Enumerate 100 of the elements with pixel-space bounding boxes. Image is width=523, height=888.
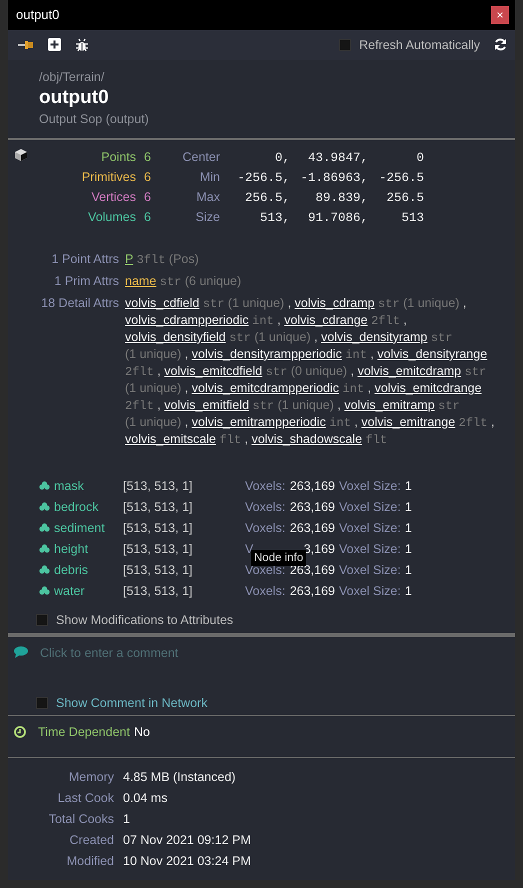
count-label: Primitives <box>80 170 136 184</box>
attribute-link[interactable]: volvis_emitfield <box>164 398 250 412</box>
info-value: 1 <box>123 811 131 828</box>
attribute-link[interactable]: volvis_emitcdfield <box>164 364 262 378</box>
attribute-link[interactable]: volvis_densityrange <box>377 346 488 361</box>
show-comment-label[interactable]: Show Comment in Network <box>56 696 208 710</box>
count-label: Vertices <box>90 190 136 204</box>
volume-name: sediment <box>54 520 105 535</box>
attribute-link[interactable]: volvis_densityrampperiodic <box>192 346 342 361</box>
attribute-info: (1 unique) <box>125 346 182 361</box>
volume-icon <box>39 544 50 554</box>
voxels-value: 263,169 <box>289 520 335 535</box>
attribute-link[interactable]: name <box>125 274 156 288</box>
separator-comma: , <box>184 346 188 361</box>
checkbox[interactable] <box>36 697 48 710</box>
voxel-size-value: 1 <box>404 500 412 514</box>
count-label: Points <box>100 150 136 164</box>
attribute-link[interactable]: volvis_emitscale <box>125 432 216 446</box>
info-value: 4.85 MB (Instanced) <box>123 769 237 786</box>
voxels-value: 263,169 <box>289 478 335 493</box>
count-label: Volumes <box>87 210 136 224</box>
volume-icon <box>39 586 50 596</box>
cube-icon <box>14 148 28 162</box>
info-value: 10 Nov 2021 03:24 PM <box>123 853 252 870</box>
bounds-value: 256.5, <box>244 190 290 205</box>
volume-resolution: [513, 513, 1] <box>123 542 194 556</box>
close-button[interactable]: × <box>491 6 509 24</box>
attribute-info: (Pos) <box>168 252 199 266</box>
bounds-value: 89.839, <box>314 190 368 205</box>
bounds-value: 513 <box>400 210 424 225</box>
add-icon[interactable] <box>48 38 61 52</box>
separator-comma: , <box>288 296 292 310</box>
info-label: Last Cook <box>56 790 114 806</box>
volume-icon <box>39 523 50 532</box>
separator-comma: , <box>368 380 372 395</box>
attribute-link[interactable]: volvis_emitcdrampperiodic <box>192 380 340 395</box>
count-value: 6 <box>143 170 152 184</box>
volume-name: debris <box>54 562 88 577</box>
voxel-size-value: 1 <box>404 584 412 598</box>
bounds-value: 91.7086, <box>306 210 368 225</box>
attribute-link[interactable]: P <box>125 252 134 266</box>
voxels-value: 263,169 <box>289 584 335 598</box>
attribute-link[interactable]: volvis_densityfield <box>125 330 226 344</box>
attribute-type: flt <box>366 432 388 447</box>
voxel-size-label: Voxel Size: <box>339 542 401 556</box>
attribute-group-label: 1 Prim Attrs <box>53 272 119 290</box>
show-modifications-label[interactable]: Show Modifications to Attributes <box>56 612 234 627</box>
time-dependent-value: No <box>134 725 150 740</box>
attribute-type: str <box>438 398 460 413</box>
attribute-info: (6 unique) <box>184 274 242 288</box>
separator-comma: , <box>314 330 318 344</box>
attribute-link[interactable]: volvis_cdramp <box>294 296 375 310</box>
attribute-link[interactable]: volvis_densityramp <box>321 330 428 344</box>
separator-comma: , <box>490 414 494 429</box>
separator-comma: , <box>370 346 374 361</box>
voxels-label: Voxels: <box>245 520 286 535</box>
bounds-value: 256.5 <box>385 190 424 205</box>
attribute-info: (1 unique) <box>228 296 284 310</box>
attribute-link[interactable]: volvis_emitrampperiodic <box>192 414 326 429</box>
voxel-size-label: Voxel Size: <box>339 562 401 577</box>
separator-comma: , <box>403 312 407 327</box>
separator-comma: , <box>244 432 248 446</box>
attribute-type: 2flt <box>125 398 154 413</box>
attribute-info: (0 unique) <box>290 364 348 378</box>
info-label: Total Cooks <box>48 811 114 828</box>
volume-name: water <box>54 584 85 598</box>
attribute-link[interactable]: volvis_emitcdrange <box>374 380 482 395</box>
attribute-link[interactable]: volvis_cdrange <box>284 312 368 327</box>
attribute-link[interactable]: volvis_shadowscale <box>252 432 362 446</box>
attribute-type: str <box>430 330 452 345</box>
bounds-label: Center <box>181 150 220 164</box>
info-label: Modified <box>66 853 114 870</box>
bounds-label: Max <box>195 190 220 204</box>
checkbox[interactable] <box>339 38 352 51</box>
bounds-value: 0 <box>415 150 424 165</box>
attribute-link[interactable]: volvis_emitrange <box>361 414 456 429</box>
count-value: 6 <box>143 210 152 224</box>
voxel-size-label: Voxel Size: <box>339 520 401 535</box>
attribute-type: 2flt <box>125 364 154 379</box>
attribute-link[interactable]: volvis_emitramp <box>344 398 435 412</box>
node-path: /obj/Terrain/ <box>39 70 106 84</box>
pin-icon[interactable] <box>18 40 34 50</box>
attribute-type: 3flt <box>136 252 166 267</box>
tooltip: Node info <box>251 550 306 566</box>
bounds-value: -256.5, <box>236 170 290 185</box>
checkbox[interactable] <box>36 614 48 626</box>
attribute-link[interactable]: volvis_emitcdramp <box>358 364 462 378</box>
clock-icon <box>14 726 26 738</box>
volume-icon <box>39 481 50 490</box>
info-value: 07 Nov 2021 09:12 PM <box>123 832 252 848</box>
volume-name: mask <box>54 478 84 493</box>
speech-bubble-icon <box>14 646 28 658</box>
bounds-value: 513, <box>258 210 290 225</box>
info-label: Memory <box>68 769 114 786</box>
attribute-type: str <box>464 364 486 379</box>
refresh-label[interactable]: Refresh Automatically <box>359 38 480 52</box>
attribute-link[interactable]: volvis_cdrampperiodic <box>125 312 249 327</box>
refresh-icon[interactable] <box>494 38 507 52</box>
attribute-link[interactable]: volvis_cdfield <box>125 296 200 310</box>
bug-icon[interactable] <box>75 38 89 52</box>
